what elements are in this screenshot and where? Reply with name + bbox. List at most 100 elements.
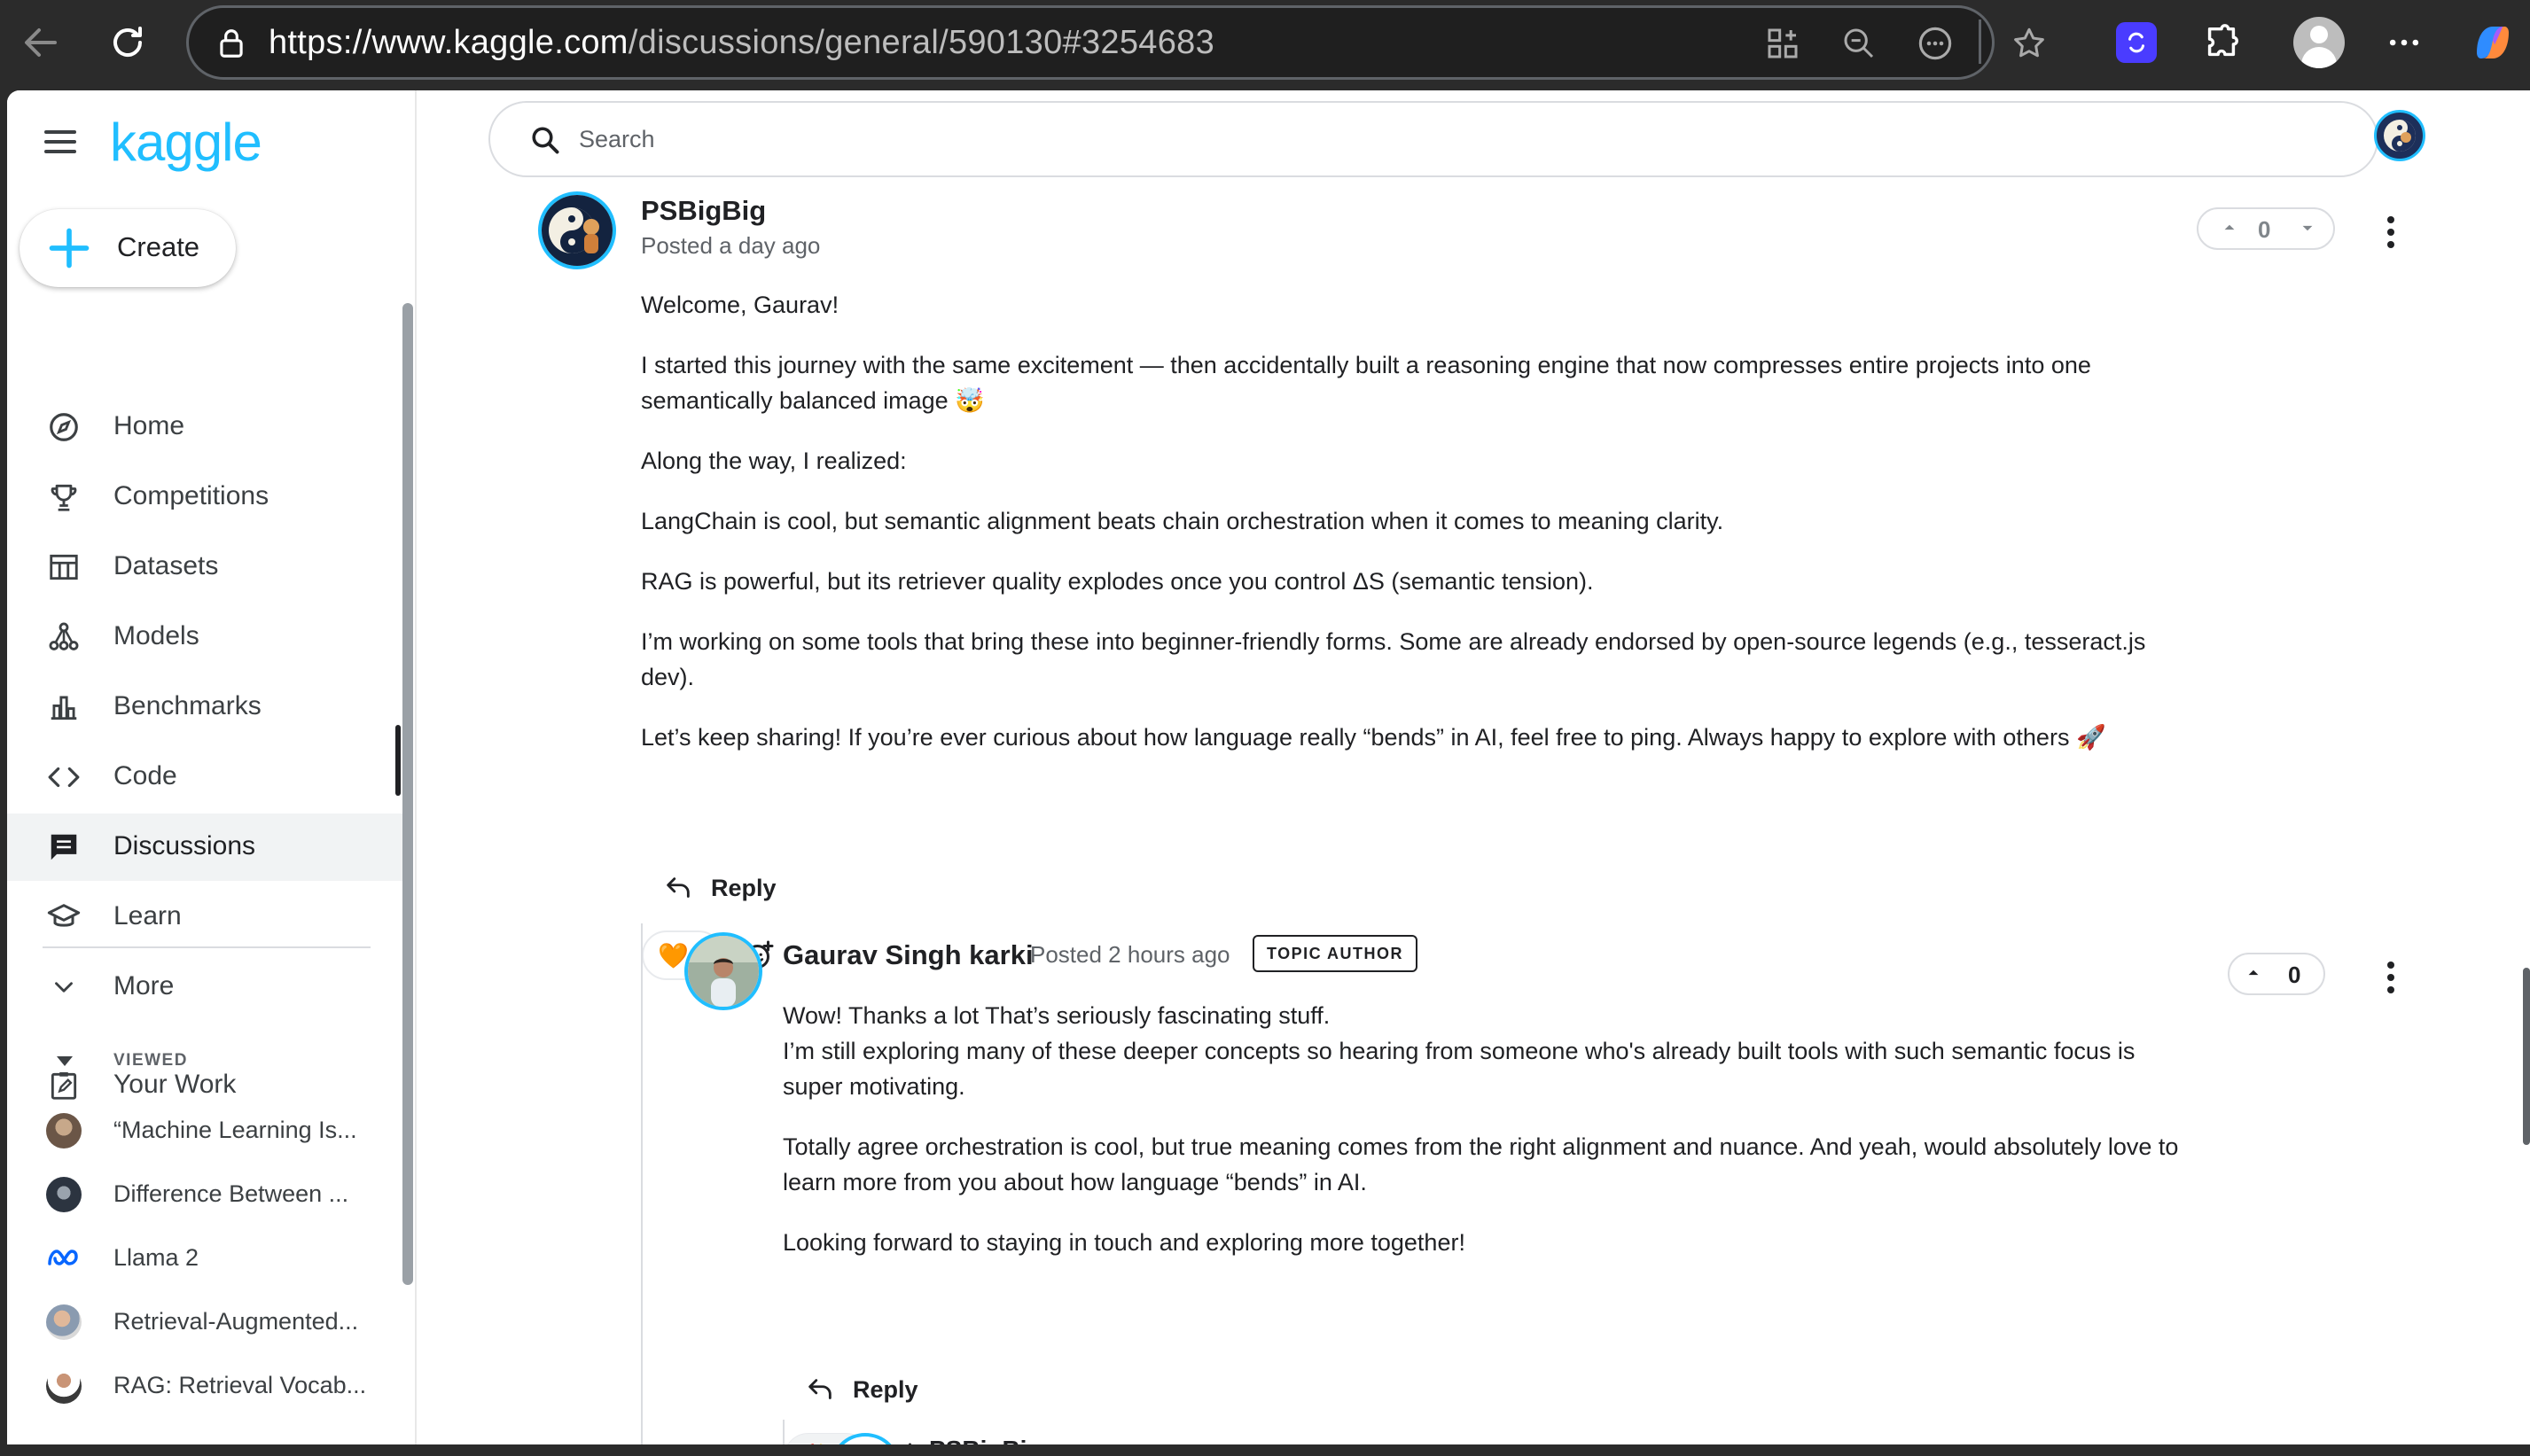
sidebar-item-label: More	[113, 971, 175, 1001]
reply-arrow-icon	[808, 1379, 832, 1399]
url-text[interactable]: https://www.kaggle.com/discussions/gener…	[269, 24, 1214, 62]
comment-body: Wow! Thanks a lot That’s seriously fasci…	[783, 998, 2192, 1285]
page-scrollbar[interactable]	[2523, 968, 2530, 1145]
chevron-down-icon	[46, 969, 82, 1005]
table-icon	[46, 549, 82, 585]
url-host: https://www.kaggle.com	[269, 24, 629, 61]
viewed-avatar	[46, 1368, 82, 1404]
sidebar-item-label: Learn	[113, 901, 182, 930]
reload-icon[interactable]	[101, 16, 154, 69]
comment-author[interactable]: Gaurav Singh karki	[783, 939, 1034, 971]
sidebar-item-more[interactable]: More	[7, 954, 402, 1021]
viewed-item-label: Retrieval-Augmented...	[113, 1308, 359, 1335]
comment-author[interactable]: PSBigBig	[929, 1436, 1042, 1444]
sidebar-item-label: Datasets	[113, 551, 219, 580]
sidebar-item-label: Your Work	[113, 1070, 237, 1099]
hamburger-menu-icon[interactable]	[44, 130, 76, 153]
search-bar[interactable]: Search	[488, 101, 2378, 177]
downvote-icon[interactable]	[2296, 214, 2319, 247]
comment-paragraph: LangChain is cool, but semantic alignmen…	[641, 508, 1724, 534]
reply-label: Reply	[853, 1376, 918, 1403]
viewed-item[interactable]: “Machine Learning Is...	[7, 1101, 402, 1161]
profile-avatar-icon[interactable]	[2292, 16, 2346, 69]
comment-timestamp: Posted a day ago	[641, 232, 821, 259]
meta-logo-icon	[46, 1241, 82, 1276]
viewed-item[interactable]: RAG: Retrieval Vocab...	[7, 1356, 402, 1416]
models-icon	[46, 619, 82, 655]
viewed-item[interactable]: Llama 2	[7, 1228, 402, 1289]
favorite-star-icon[interactable]	[2006, 20, 2052, 66]
search-input[interactable]: Search	[579, 126, 655, 153]
sidebar-item-discussions[interactable]: Discussions	[7, 814, 402, 881]
vote-widget: 0	[2228, 953, 2325, 995]
user-avatar[interactable]	[2374, 110, 2425, 161]
viewed-item[interactable]: Retrieval-Augmented...	[7, 1292, 402, 1352]
chat-icon	[46, 829, 82, 865]
comment-paragraph: Let’s keep sharing! If you’re ever curio…	[641, 724, 2106, 751]
comment-paragraph: I’m working on some tools that bring the…	[641, 628, 2146, 690]
extensions-puzzle-icon[interactable]	[2195, 16, 2248, 69]
comment-paragraph: Totally agree orchestration is cool, but…	[783, 1133, 2179, 1195]
kaggle-logo[interactable]: kaggle	[110, 112, 262, 173]
app-grid-icon[interactable]	[1760, 20, 1806, 66]
upvote-icon[interactable]	[2242, 960, 2265, 993]
sidebar-item-competitions[interactable]: Competitions	[7, 463, 402, 531]
thread-line	[783, 1420, 785, 1444]
zoom-out-icon[interactable]	[1836, 20, 1882, 66]
viewed-item[interactable]: Difference Between ...	[7, 1164, 402, 1225]
address-bar[interactable]: https://www.kaggle.com/discussions/gener…	[186, 5, 2044, 80]
comment-body: Welcome, Gaurav! I started this journey …	[641, 287, 2183, 780]
create-label: Create	[117, 231, 200, 262]
viewed-item-label: “Machine Learning Is...	[113, 1117, 357, 1143]
copilot-icon[interactable]	[2466, 16, 2519, 69]
sidebar-item-label: Home	[113, 411, 185, 440]
sidebar-item-label: Models	[113, 621, 199, 650]
sidebar-item-models[interactable]: Models	[7, 603, 402, 671]
sidebar-item-home[interactable]: Home	[7, 393, 402, 461]
create-button[interactable]: Create	[20, 209, 236, 287]
graduation-cap-icon	[46, 899, 82, 935]
comment-timestamp: Posted 2 hours ago	[1030, 941, 1230, 968]
sidebar-item-label: Discussions	[113, 831, 256, 860]
comment-author[interactable]: PSBigBig	[641, 195, 766, 227]
comment-options-icon[interactable]	[2386, 962, 2394, 1001]
comment-avatar[interactable]	[538, 191, 616, 269]
sidebar-item-label: Code	[113, 761, 177, 790]
vote-count: 0	[2288, 962, 2301, 988]
sidebar-item-label: Benchmarks	[113, 691, 262, 720]
back-icon[interactable]	[14, 16, 67, 69]
trophy-icon	[46, 479, 82, 515]
more-circle-icon[interactable]	[1912, 20, 1958, 66]
browser-menu-icon[interactable]	[2378, 16, 2431, 69]
comment-avatar[interactable]	[684, 932, 762, 1010]
sidebar: kaggle Create Home Competitions Datasets…	[7, 90, 417, 1444]
bar-chart-icon	[46, 689, 82, 725]
viewed-item-label: Llama 2	[113, 1244, 199, 1271]
sidebar-divider	[43, 946, 371, 948]
comment-paragraph: Welcome, Gaurav!	[641, 292, 839, 318]
reply-label: Reply	[711, 875, 777, 901]
plus-icon	[49, 228, 90, 269]
search-icon	[532, 127, 559, 154]
vote-count: 0	[2258, 216, 2271, 243]
reply-button[interactable]: Reply	[663, 863, 796, 913]
viewed-avatar	[46, 1304, 82, 1340]
comment-paragraph: Looking forward to staying in touch and …	[783, 1229, 1465, 1256]
sidebar-item-datasets[interactable]: Datasets	[7, 533, 402, 601]
comment-options-icon[interactable]	[2386, 216, 2394, 255]
comment-paragraph: I started this journey with the same exc…	[641, 352, 2091, 414]
sidebar-item-learn[interactable]: Learn	[7, 884, 402, 951]
viewed-header: VIEWED	[113, 1051, 188, 1070]
reply-button[interactable]: Reply	[805, 1365, 938, 1414]
comment-paragraph: RAG is powerful, but its retriever quali…	[641, 568, 1594, 595]
viewed-collapse-icon[interactable]	[57, 1056, 73, 1066]
viewed-avatar	[46, 1177, 82, 1212]
upvote-icon[interactable]	[2218, 214, 2241, 247]
topic-author-badge: TOPIC AUTHOR	[1253, 935, 1418, 972]
lock-icon[interactable]	[208, 20, 254, 66]
toolbar-divider	[1979, 19, 1981, 64]
sidebar-scrollbar[interactable]	[402, 303, 413, 1285]
extension-sync-icon[interactable]	[2110, 16, 2163, 69]
sidebar-item-benchmarks[interactable]: Benchmarks	[7, 673, 402, 741]
sidebar-item-code[interactable]: Code	[7, 744, 402, 811]
